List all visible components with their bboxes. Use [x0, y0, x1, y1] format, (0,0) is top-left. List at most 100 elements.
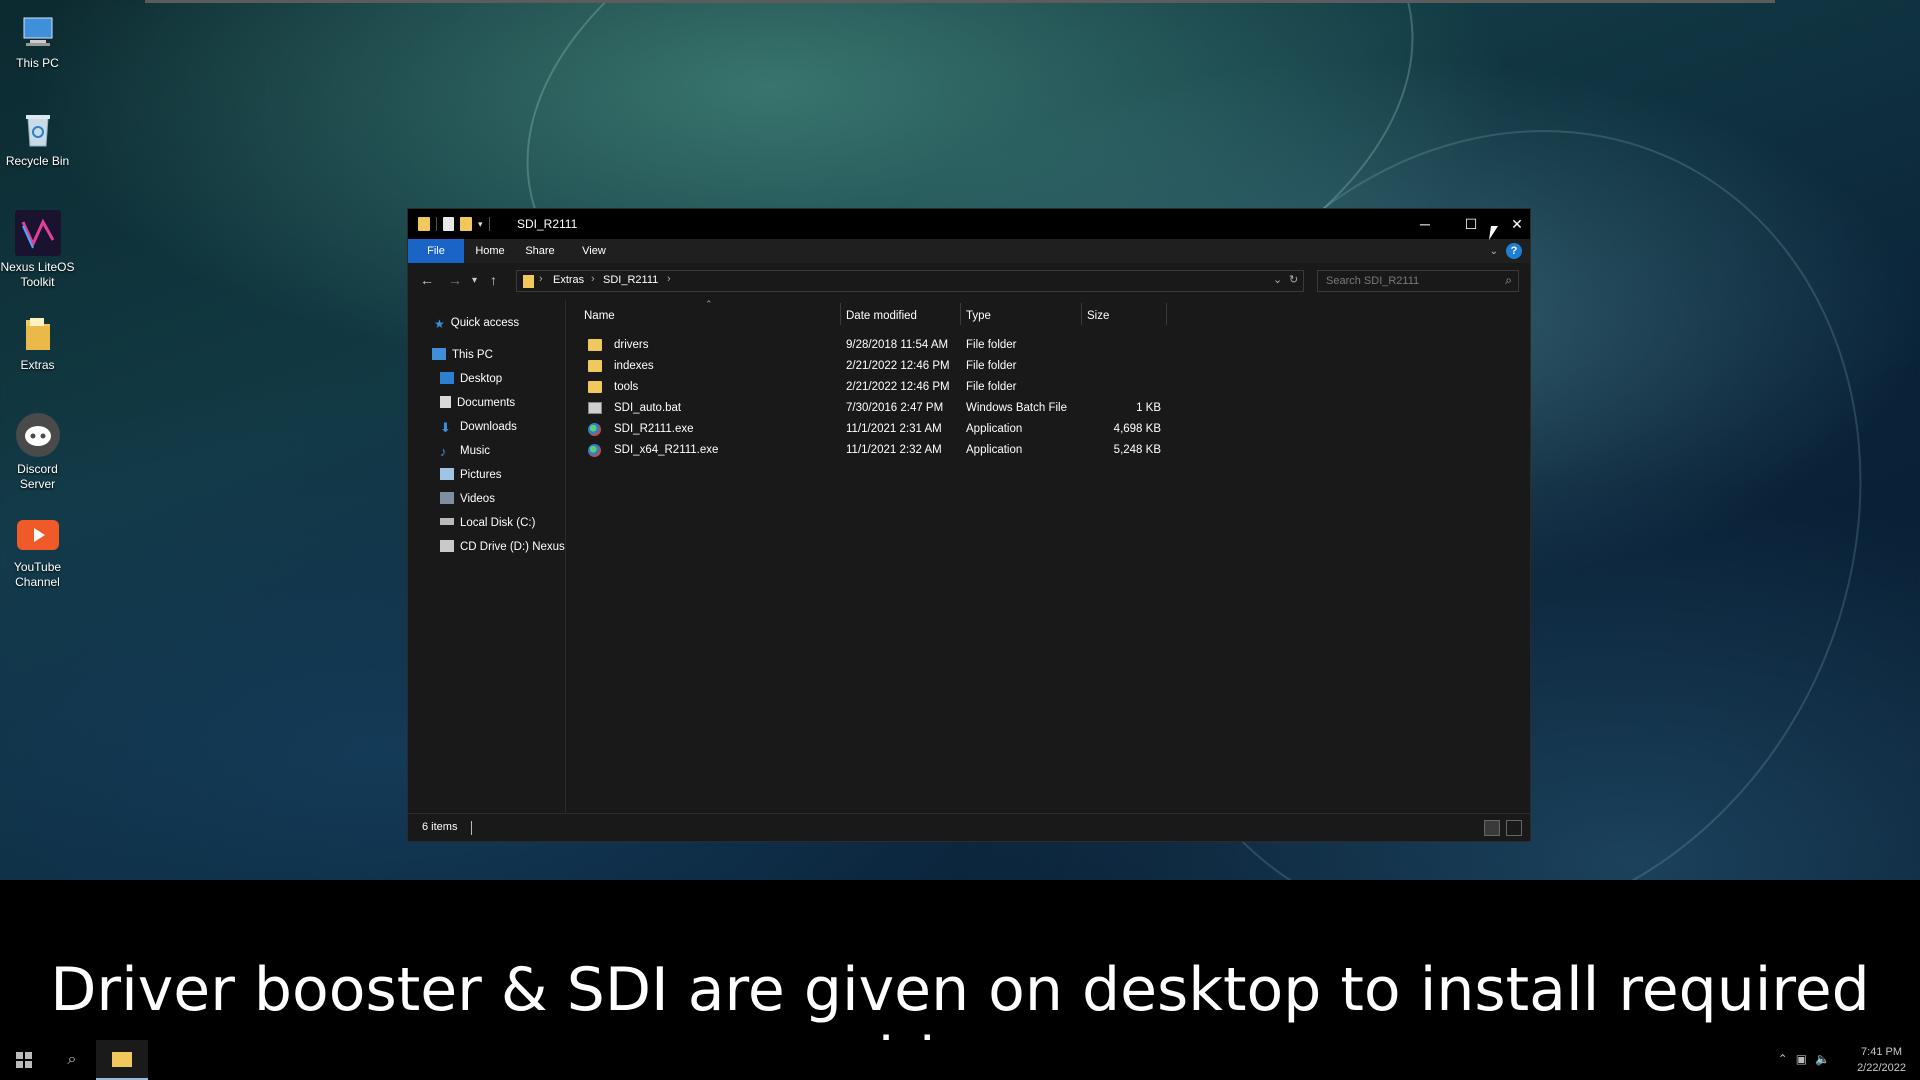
customize-toolbar-icon[interactable]: ▾: [478, 219, 483, 230]
desktop-icon-youtube[interactable]: YouTube Channel: [0, 516, 75, 590]
chevron-right-icon[interactable]: ›: [667, 273, 671, 285]
column-header-date[interactable]: Date modified: [846, 310, 917, 322]
refresh-icon[interactable]: ↻: [1289, 273, 1298, 286]
folder-icon: [588, 381, 602, 393]
navigation-pane: ★ Quick access This PC Desktop Documents …: [408, 299, 566, 815]
desktop-icon: [440, 372, 454, 384]
minimize-button[interactable]: ─: [1402, 209, 1448, 239]
tab-view[interactable]: View: [574, 239, 614, 263]
chevron-up-icon[interactable]: ⌃: [1778, 1052, 1788, 1066]
start-button[interactable]: [0, 1040, 48, 1080]
file-row[interactable]: SDI_x64_R2111.exe 11/1/2021 2:32 AM Appl…: [566, 440, 1166, 461]
file-date: 2/21/2022 12:46 PM: [846, 381, 950, 393]
nav-videos[interactable]: Videos: [440, 489, 495, 509]
column-header-size[interactable]: Size: [1087, 310, 1109, 322]
column-header-name[interactable]: Name: [584, 310, 615, 322]
desktop-icon-label: Extras: [20, 358, 55, 372]
tab-file[interactable]: File: [408, 239, 464, 263]
breadcrumb-sdi[interactable]: SDI_R2111: [603, 274, 658, 286]
nav-pictures[interactable]: Pictures: [440, 465, 502, 485]
search-icon[interactable]: ⌕: [48, 1040, 96, 1080]
nav-cd-drive[interactable]: CD Drive (D:) Nexus: [440, 537, 565, 557]
recent-locations-icon[interactable]: ▾: [472, 275, 477, 286]
file-row[interactable]: drivers 9/28/2018 11:54 AM File folder: [566, 335, 1166, 356]
nav-label: CD Drive (D:) Nexus: [460, 541, 565, 553]
help-icon[interactable]: ?: [1506, 243, 1522, 259]
documents-icon: [440, 396, 451, 408]
this-pc-icon: [432, 348, 446, 360]
desktop-icon-recycle-bin[interactable]: Recycle Bin: [0, 110, 75, 169]
column-separator[interactable]: [840, 303, 841, 325]
file-row[interactable]: tools 2/21/2022 12:46 PM File folder: [566, 377, 1166, 398]
up-button[interactable]: ↑: [490, 272, 497, 288]
volume-icon[interactable]: 🔈: [1815, 1052, 1830, 1066]
column-separator[interactable]: [960, 303, 961, 325]
column-separator[interactable]: [1081, 303, 1082, 325]
file-date: 11/1/2021 2:31 AM: [846, 423, 942, 435]
file-row[interactable]: SDI_auto.bat 7/30/2016 2:47 PM Windows B…: [566, 398, 1166, 419]
details-view-button[interactable]: [1484, 820, 1500, 836]
desktop-icon-label: Nexus LiteOS Toolkit: [0, 260, 75, 289]
file-row[interactable]: SDI_R2111.exe 11/1/2021 2:31 AM Applicat…: [566, 419, 1166, 440]
forward-button[interactable]: →: [448, 272, 462, 288]
large-icons-view-button[interactable]: [1506, 820, 1522, 836]
file-name: SDI_R2111.exe: [614, 423, 694, 435]
nav-label: Documents: [457, 397, 516, 409]
desktop-icon-nexus-toolkit[interactable]: Nexus LiteOS Toolkit: [0, 210, 75, 290]
nav-downloads[interactable]: ⬇ Downloads: [440, 417, 517, 437]
close-button[interactable]: ✕: [1494, 209, 1540, 239]
tab-share[interactable]: Share: [518, 239, 562, 263]
nav-desktop[interactable]: Desktop: [440, 369, 502, 389]
properties-icon[interactable]: [443, 217, 454, 231]
file-row[interactable]: indexes 2/21/2022 12:46 PM File folder: [566, 356, 1166, 377]
recycle-bin-icon: [18, 110, 58, 150]
chevron-right-icon[interactable]: ›: [591, 273, 595, 285]
cd-drive-icon: [440, 540, 454, 552]
nexus-toolkit-icon: [14, 210, 61, 256]
videos-icon: [440, 492, 454, 504]
network-icon[interactable]: ▣: [1796, 1052, 1807, 1066]
youtube-icon: [15, 516, 61, 556]
tab-home[interactable]: Home: [468, 239, 512, 263]
nav-label: Pictures: [460, 469, 502, 481]
status-bar: 6 items: [408, 813, 1530, 841]
quick-access-toolbar: ▾: [418, 217, 490, 231]
column-header-type[interactable]: Type: [966, 310, 991, 322]
desktop-icon-discord[interactable]: Discord Server: [0, 412, 75, 492]
ribbon-tabs: File Home Share View ⌄ ?: [408, 239, 1530, 263]
back-button[interactable]: ←: [420, 272, 434, 288]
column-separator[interactable]: [1166, 303, 1167, 325]
taskbar-file-explorer[interactable]: [96, 1040, 148, 1080]
title-bar[interactable]: ▾ SDI_R2111 ─ ☐ ✕: [408, 209, 1530, 239]
sort-ascending-icon: ⌃: [705, 299, 713, 309]
desktop-icon-this-pc[interactable]: This PC: [0, 12, 75, 71]
desktop-icon-extras[interactable]: Extras: [0, 314, 75, 373]
file-type: Windows Batch File: [966, 402, 1067, 414]
search-placeholder: Search SDI_R2111: [1326, 275, 1420, 287]
file-date: 9/28/2018 11:54 AM: [846, 339, 949, 351]
nav-quick-access[interactable]: ★ Quick access: [434, 313, 519, 333]
maximize-button[interactable]: ☐: [1448, 209, 1494, 239]
breadcrumb-extras[interactable]: Extras: [553, 274, 584, 286]
folder-icon: [588, 360, 602, 372]
search-box[interactable]: Search SDI_R2111 ⌕: [1317, 270, 1519, 292]
folder-icon: [588, 339, 602, 351]
address-bar[interactable]: › Extras › SDI_R2111 › ⌄ ↻: [516, 270, 1304, 292]
music-note-icon: ♪: [440, 444, 447, 459]
taskbar: ⌕ ⌃ ▣ 🔈 7:41 PM 2/22/2022: [0, 1040, 1920, 1080]
expand-ribbon-icon[interactable]: ⌄: [1490, 246, 1498, 257]
nav-music[interactable]: ♪ Music: [440, 441, 490, 461]
file-name: SDI_x64_R2111.exe: [614, 444, 719, 456]
nav-this-pc[interactable]: This PC: [432, 345, 493, 365]
nav-documents[interactable]: Documents: [440, 393, 515, 413]
nav-label: Desktop: [460, 373, 503, 385]
chevron-right-icon[interactable]: ›: [539, 273, 543, 285]
exe-icon: [588, 444, 601, 457]
nav-local-disk[interactable]: Local Disk (C:): [440, 513, 535, 533]
item-count: 6 items: [422, 821, 458, 833]
file-date: 2/21/2022 12:46 PM: [846, 360, 950, 372]
clock[interactable]: 7:41 PM 2/22/2022: [1857, 1044, 1906, 1076]
file-name: drivers: [614, 339, 649, 351]
new-folder-icon[interactable]: [460, 217, 472, 231]
chevron-down-icon[interactable]: ⌄: [1273, 273, 1282, 286]
